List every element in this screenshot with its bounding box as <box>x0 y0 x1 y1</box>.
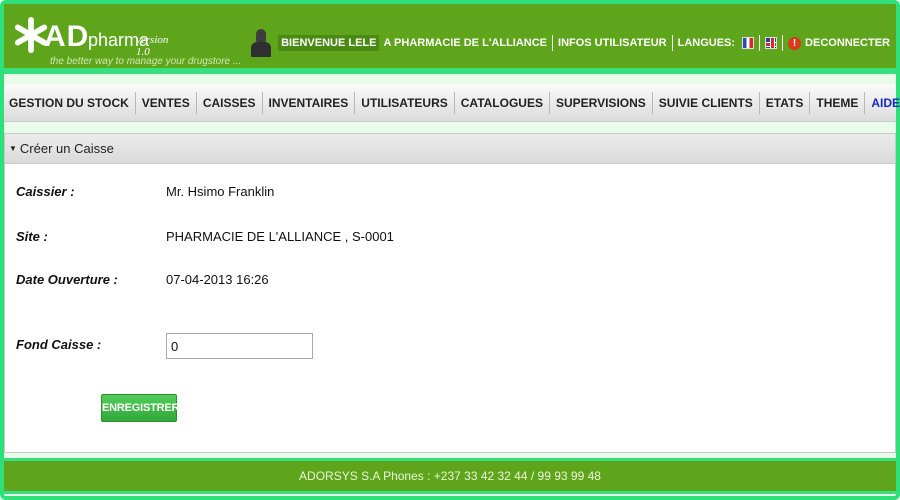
menu-inventaires[interactable]: INVENTAIRES <box>263 91 356 114</box>
separator <box>552 35 554 51</box>
footer: ADORSYS S.A Phones : +237 33 42 32 44 / … <box>4 458 896 494</box>
date-ouverture-value: 07-04-2013 16:26 <box>166 272 269 287</box>
menu-gestion-du-stock[interactable]: GESTION DU STOCK <box>4 91 136 114</box>
caissier-value: Mr. Hsimo Franklin <box>166 184 275 199</box>
fond-caisse-input[interactable] <box>166 333 313 359</box>
logo-version: version 1.0 <box>136 34 169 58</box>
user-bar: BIENVENUE LELE A PHARMACIE DE L'ALLIANCE… <box>250 29 890 57</box>
logo-ad-text: AD <box>44 20 90 53</box>
main-menu: GESTION DU STOCK VENTES CAISSES INVENTAI… <box>4 84 900 122</box>
french-flag-icon[interactable] <box>742 37 755 49</box>
separator <box>759 35 761 51</box>
date-ouverture-label: Date Ouverture : <box>16 272 118 287</box>
separator <box>782 35 784 51</box>
app-header: AD pharma version 1.0 the better way to … <box>4 4 896 74</box>
pharmacy-name: A PHARMACIE DE L'ALLIANCE <box>383 37 548 49</box>
user-avatar-icon <box>250 29 272 57</box>
logout-link[interactable]: DECONNECTER <box>805 37 890 49</box>
site-value: PHARMACIE DE L'ALLIANCE , S-0001 <box>166 229 394 244</box>
panel-header[interactable]: ▼ Créer un Caisse <box>5 134 895 164</box>
menu-aide[interactable]: AIDE <box>865 92 900 114</box>
logo-tagline: the better way to manage your drugstore … <box>50 56 242 67</box>
create-caisse-panel: ▼ Créer un Caisse Caissier : Mr. Hsimo F… <box>4 133 896 453</box>
menu-supervisions[interactable]: SUPERVISIONS <box>550 91 653 114</box>
menu-suivie-clients[interactable]: SUIVIE CLIENTS <box>653 91 760 114</box>
user-info-link[interactable]: INFOS UTILISATEUR <box>558 37 667 49</box>
menu-utilisateurs[interactable]: UTILISATEURS <box>355 91 455 114</box>
fond-caisse-label: Fond Caisse : <box>16 337 102 352</box>
save-button[interactable]: ENREGISTRER <box>101 394 179 422</box>
separator <box>671 35 673 51</box>
footer-text: ADORSYS S.A Phones : +237 33 42 32 44 / … <box>299 469 601 483</box>
menu-caisses[interactable]: CAISSES <box>197 91 263 114</box>
menu-etats[interactable]: ETATS <box>760 91 811 114</box>
caret-down-icon: ▼ <box>9 144 17 153</box>
menu-ventes[interactable]: VENTES <box>136 91 197 114</box>
menu-catalogues[interactable]: CATALOGUES <box>455 91 550 114</box>
site-label: Site : <box>16 229 48 244</box>
caissier-label: Caissier : <box>16 184 75 199</box>
english-flag-icon[interactable] <box>765 37 778 49</box>
logout-icon[interactable]: ! <box>788 36 802 50</box>
panel-title: Créer un Caisse <box>19 141 114 156</box>
menu-theme[interactable]: THEME <box>810 91 866 114</box>
welcome-text: BIENVENUE LELE <box>278 35 380 51</box>
languages-label: LANGUES: <box>677 37 736 49</box>
